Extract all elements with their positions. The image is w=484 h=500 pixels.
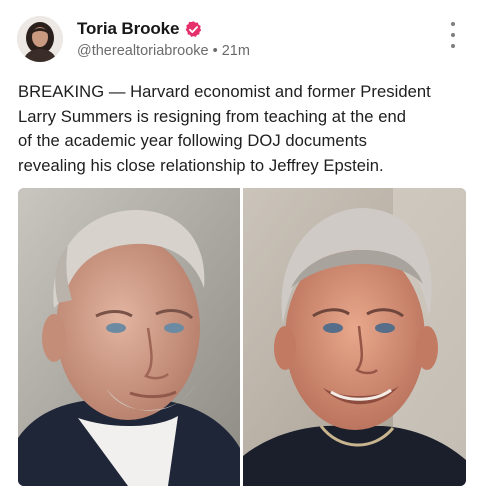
post-text-line: BREAKING — Harvard economist and former …: [18, 82, 431, 101]
post-text-line: Larry Summers is resigning from teaching…: [18, 106, 407, 126]
author-name-row: Toria Brooke: [77, 18, 203, 40]
vertical-ellipsis-icon[interactable]: [443, 22, 463, 48]
post-card: Toria Brooke @therealtoriabrooke • 21m BRE…: [0, 0, 484, 500]
avatar[interactable]: [17, 16, 63, 62]
verified-badge-icon: [184, 20, 203, 39]
author-display-name[interactable]: Toria Brooke: [77, 19, 180, 39]
author-handle[interactable]: @therealtoriabrooke: [77, 43, 209, 59]
portrait-photo-smiling-man: [243, 188, 466, 486]
post-text-line: of the academic year following DOJ docum…: [18, 131, 367, 150]
post-text: BREAKING — Harvard economist and former …: [18, 80, 470, 178]
avatar-image: [17, 16, 63, 62]
meta-separator: •: [212, 43, 218, 59]
post-header: Toria Brooke @therealtoriabrooke • 21m: [17, 16, 467, 64]
post-timestamp[interactable]: 21m: [222, 43, 250, 59]
post-photo-1[interactable]: [18, 188, 240, 486]
post-photo-2[interactable]: [243, 188, 466, 486]
post-media-grid: [18, 188, 466, 486]
portrait-photo-older-man: [18, 188, 240, 486]
post-meta: @therealtoriabrooke • 21m: [77, 43, 250, 59]
post-text-line: revealing his close relationship to Jeff…: [18, 155, 384, 175]
